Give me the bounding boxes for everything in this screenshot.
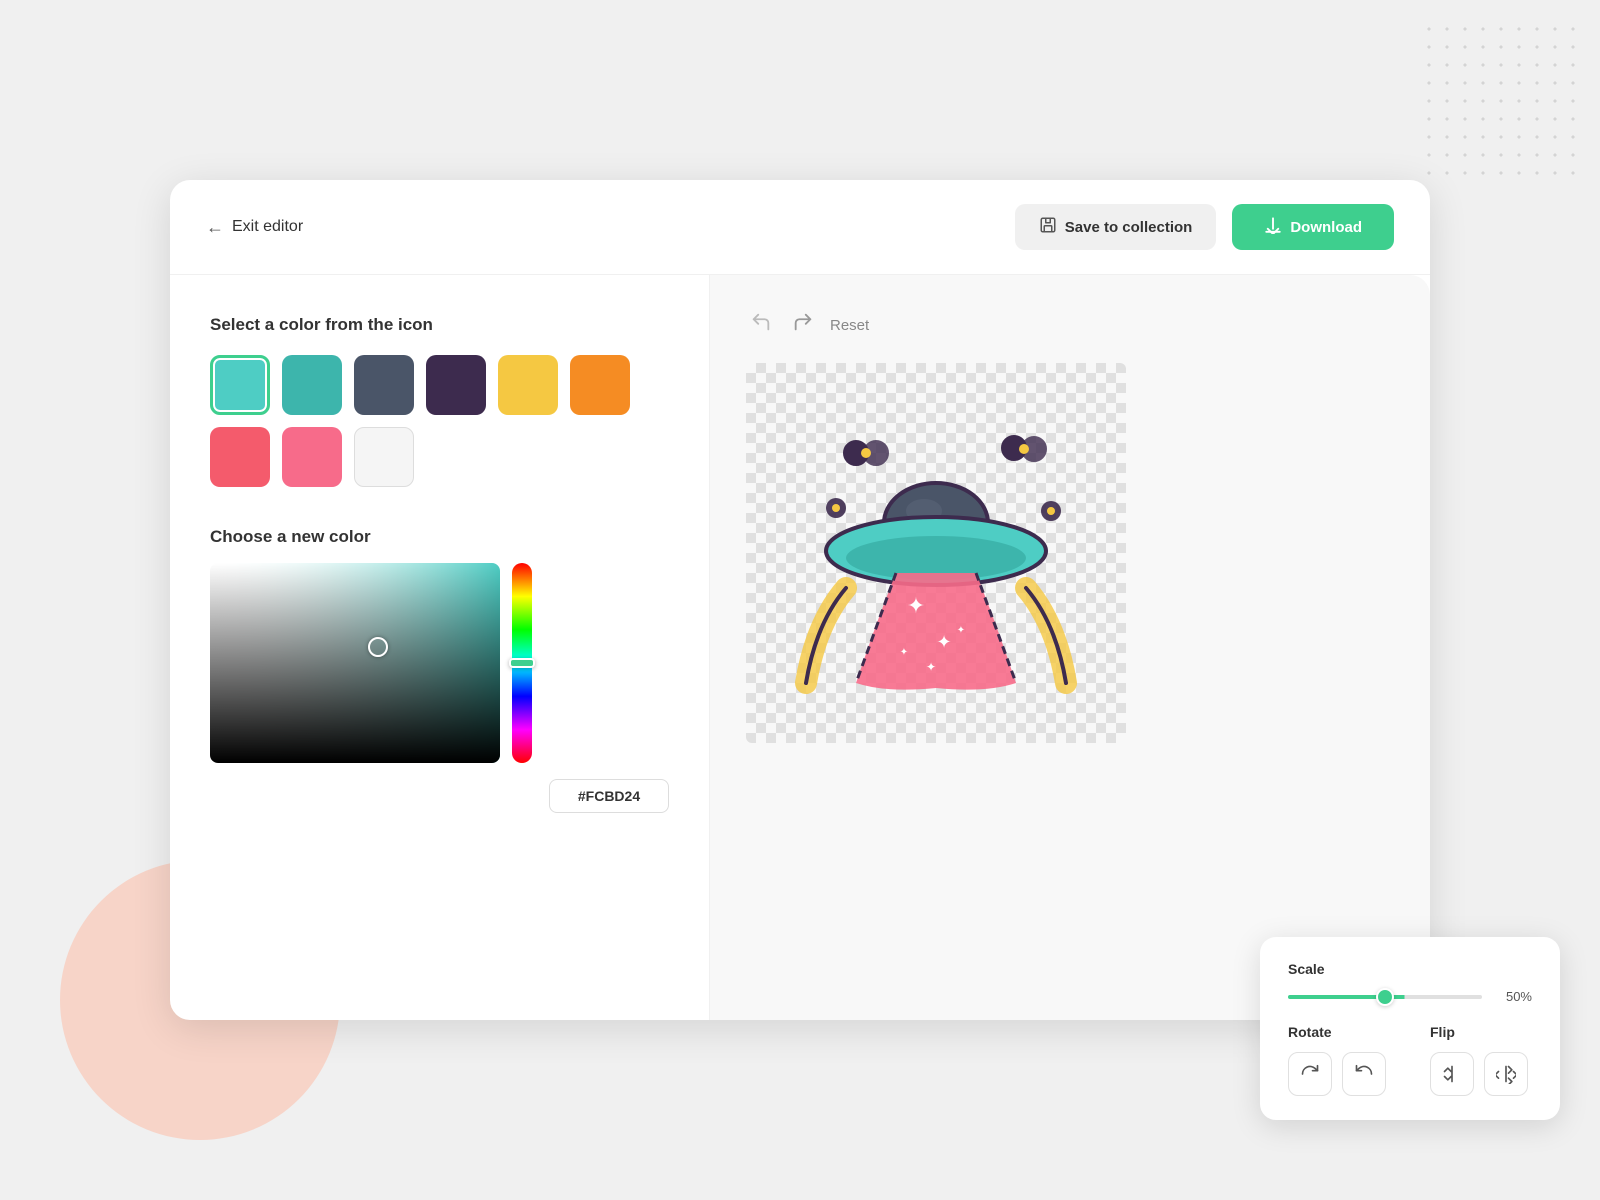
color-swatch-white[interactable] bbox=[354, 427, 414, 487]
rotate-counterclockwise-button[interactable] bbox=[1342, 1052, 1386, 1096]
dots-decoration bbox=[1400, 0, 1600, 200]
back-arrow-icon: ← bbox=[206, 217, 224, 238]
color-swatch-teal-light[interactable] bbox=[210, 355, 270, 415]
main-editor-card: ← Exit editor Save to collection Downlo bbox=[170, 180, 1430, 1020]
scale-section: Scale 50% bbox=[1288, 961, 1532, 1004]
scale-value: 50% bbox=[1494, 989, 1532, 1004]
save-collection-button[interactable]: Save to collection bbox=[1015, 204, 1217, 250]
rotate-label: Rotate bbox=[1288, 1024, 1390, 1040]
header: ← Exit editor Save to collection Downlo bbox=[170, 180, 1430, 275]
undo-redo-bar: Reset bbox=[746, 307, 869, 343]
color-picker-area bbox=[210, 563, 669, 763]
svg-text:✦: ✦ bbox=[936, 632, 951, 652]
rotate-section: Rotate bbox=[1288, 1024, 1390, 1096]
color-swatch-slate[interactable] bbox=[354, 355, 414, 415]
flip-section: Flip bbox=[1430, 1024, 1532, 1096]
scale-label: Scale bbox=[1288, 961, 1532, 977]
rotate-clockwise-button[interactable] bbox=[1288, 1052, 1332, 1096]
color-swatch-orange[interactable] bbox=[570, 355, 630, 415]
redo-button[interactable] bbox=[788, 307, 818, 343]
color-swatch-yellow[interactable] bbox=[498, 355, 558, 415]
color-swatch-red-light[interactable] bbox=[282, 427, 342, 487]
save-icon bbox=[1039, 216, 1057, 238]
hue-slider[interactable] bbox=[512, 563, 532, 763]
flip-vertical-button[interactable] bbox=[1484, 1052, 1528, 1096]
rotate-buttons bbox=[1288, 1052, 1390, 1096]
svg-text:✦: ✦ bbox=[957, 625, 965, 636]
download-label: Download bbox=[1290, 219, 1362, 236]
save-collection-label: Save to collection bbox=[1065, 219, 1193, 236]
color-swatches bbox=[210, 355, 669, 487]
header-actions: Save to collection Download bbox=[1015, 204, 1394, 250]
flip-label: Flip bbox=[1430, 1024, 1532, 1040]
picker-handle[interactable] bbox=[368, 637, 388, 657]
exit-editor-button[interactable]: ← Exit editor bbox=[206, 217, 303, 238]
undo-button[interactable] bbox=[746, 307, 776, 343]
hue-handle[interactable] bbox=[509, 658, 535, 668]
svg-text:✦: ✦ bbox=[907, 593, 925, 618]
flip-buttons bbox=[1430, 1052, 1532, 1096]
download-button[interactable]: Download bbox=[1232, 204, 1394, 250]
color-swatch-teal-dark[interactable] bbox=[282, 355, 342, 415]
scale-row: 50% bbox=[1288, 989, 1532, 1004]
ufo-illustration: ✦ ✦ ✦ ✦ ✦ bbox=[776, 393, 1096, 713]
exit-editor-label: Exit editor bbox=[232, 218, 303, 236]
controls-panel: Scale 50% Rotate Flip bbox=[1260, 937, 1560, 1120]
color-editor-panel: Select a color from the icon Choose a ne… bbox=[170, 275, 710, 1020]
flip-horizontal-button[interactable] bbox=[1430, 1052, 1474, 1096]
scale-slider[interactable] bbox=[1288, 995, 1482, 999]
svg-text:✦: ✦ bbox=[926, 660, 936, 674]
select-color-title: Select a color from the icon bbox=[210, 315, 669, 335]
icon-preview-canvas: ✦ ✦ ✦ ✦ ✦ bbox=[746, 363, 1126, 743]
gradient-black-overlay bbox=[210, 563, 500, 763]
editor-body: Select a color from the icon Choose a ne… bbox=[170, 275, 1430, 1020]
icon-preview-panel: Reset bbox=[710, 275, 1430, 1020]
color-gradient-picker[interactable] bbox=[210, 563, 500, 763]
svg-text:✦: ✦ bbox=[900, 647, 908, 658]
color-swatch-dark-purple[interactable] bbox=[426, 355, 486, 415]
hex-color-input[interactable] bbox=[549, 779, 669, 813]
choose-color-title: Choose a new color bbox=[210, 527, 669, 547]
reset-button[interactable]: Reset bbox=[830, 317, 869, 334]
download-icon bbox=[1264, 216, 1282, 238]
hex-input-wrap bbox=[210, 779, 669, 813]
color-swatch-red-dark[interactable] bbox=[210, 427, 270, 487]
rotate-flip-row: Rotate Flip bbox=[1288, 1024, 1532, 1096]
